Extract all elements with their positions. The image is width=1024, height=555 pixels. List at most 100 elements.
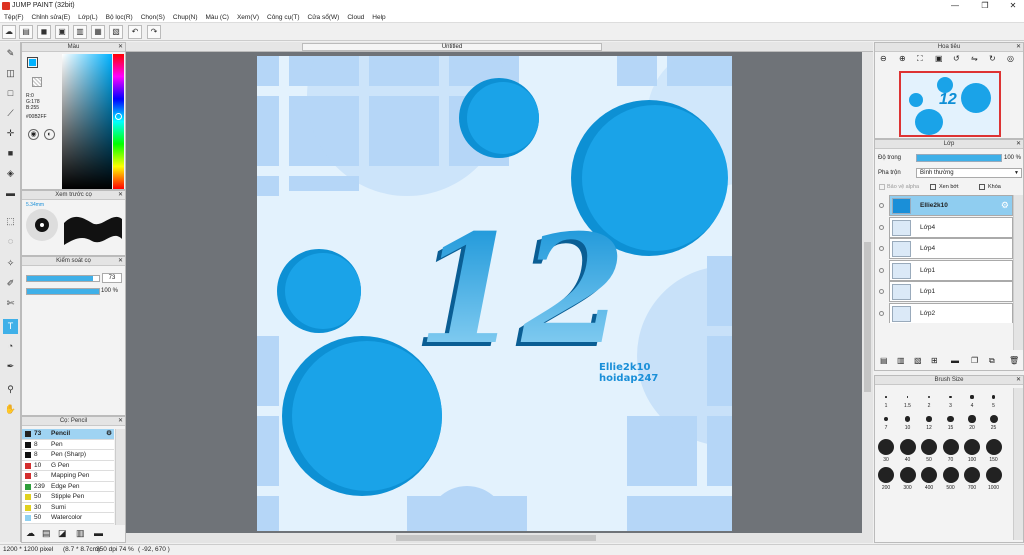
rect-tool-icon[interactable]: □ <box>3 86 18 101</box>
layer-item[interactable]: Lớp2 <box>889 302 1013 323</box>
menu-filter[interactable]: Bộ lọc(R) <box>102 12 137 23</box>
gear-icon[interactable]: ⚙ <box>1001 200 1009 211</box>
document-tab[interactable]: Untitled <box>302 43 602 51</box>
redo-icon[interactable]: ↷ <box>147 25 161 39</box>
layer-opacity-slider[interactable] <box>916 154 1002 162</box>
clipping-checkbox[interactable] <box>930 184 936 190</box>
layer-visibility-icon[interactable] <box>879 246 884 251</box>
pen-tool-icon[interactable]: ✒ <box>3 359 18 374</box>
close-icon[interactable]: ✕ <box>1016 43 1021 52</box>
brush-size-option[interactable] <box>926 416 932 422</box>
brush-size-option[interactable] <box>964 439 980 455</box>
brush-opacity-slider[interactable] <box>26 288 100 295</box>
magic-wand-icon[interactable]: ✧ <box>3 256 18 271</box>
brush-size-option[interactable] <box>878 467 894 483</box>
close-icon[interactable]: ✕ <box>118 191 123 200</box>
brush-size-option[interactable] <box>985 439 1002 455</box>
brush-size-option[interactable] <box>991 395 996 399</box>
brush-list-scrollbar[interactable] <box>115 429 125 525</box>
hand-tool-icon[interactable]: ✋ <box>3 402 18 417</box>
menu-view[interactable]: Xem(V) <box>233 12 263 23</box>
brush-size-option[interactable] <box>899 439 916 455</box>
new-vector-layer-icon[interactable]: ▧ <box>914 356 922 365</box>
brush-size-option[interactable] <box>942 467 959 483</box>
close-icon[interactable]: ✕ <box>118 417 123 426</box>
gear-icon[interactable]: ⚙ <box>106 429 112 440</box>
lasso-select-icon[interactable]: ◌ <box>3 234 18 249</box>
layer-item[interactable]: Ellie2k10 ⚙ <box>889 195 1013 216</box>
brush-list-item[interactable]: 50 Watercolor <box>22 513 114 524</box>
layer-visibility-icon[interactable] <box>879 203 884 208</box>
layer-item[interactable]: Lớp1 <box>889 259 1013 281</box>
menu-help[interactable]: Help <box>368 12 389 23</box>
artwork-canvas[interactable]: 12 12 Ellie2k10 hoidap247 <box>257 56 732 531</box>
brush-size-option[interactable] <box>970 395 974 399</box>
brush-size-option[interactable] <box>878 439 894 455</box>
notes-icon[interactable]: ▥ <box>73 25 87 39</box>
close-icon[interactable]: ✕ <box>1016 140 1021 149</box>
protect-alpha-checkbox[interactable] <box>879 184 885 190</box>
layer-list-scrollbar[interactable] <box>1013 195 1023 350</box>
brush-size-option[interactable] <box>899 467 916 483</box>
brush-size-scrollbar[interactable] <box>1013 388 1023 540</box>
new-layer-icon[interactable]: ▤ <box>880 356 888 365</box>
layer-item[interactable]: Lớp1 <box>889 281 1013 302</box>
layer-visibility-icon[interactable] <box>879 267 884 273</box>
brush-tool-icon[interactable]: ✎ <box>3 46 18 61</box>
brush-size-option[interactable] <box>904 416 911 422</box>
minimize-button[interactable]: — <box>940 0 970 12</box>
cloud-brush-icon[interactable]: ☁ <box>26 528 35 539</box>
menu-select[interactable]: Chọn(S) <box>137 12 169 23</box>
cloud-icon[interactable]: ☁ <box>2 25 16 39</box>
close-button[interactable]: ✕ <box>998 0 1024 12</box>
chat-icon[interactable]: ▣ <box>55 25 69 39</box>
menu-cloud[interactable]: Cloud <box>343 12 368 23</box>
brush-list-item[interactable]: 8 Pen <box>22 439 114 450</box>
rotate-right-icon[interactable]: ↻ <box>989 54 996 63</box>
brush-list-item[interactable]: 8 Mapping Pen <box>22 471 114 482</box>
brush-size-option[interactable] <box>949 395 952 399</box>
layer-visibility-icon[interactable] <box>879 289 884 294</box>
flip-icon[interactable]: ⇋ <box>971 54 978 63</box>
menu-file[interactable]: Tệp(F) <box>0 12 28 23</box>
rotate-left-icon[interactable]: ↺ <box>953 54 960 63</box>
navigator-thumbnail[interactable]: 12 <box>899 71 1001 137</box>
brush-size-option[interactable] <box>985 467 1002 483</box>
select-eraser-icon[interactable]: ✄ <box>3 296 18 311</box>
folder-icon[interactable]: ▬ <box>951 356 959 365</box>
lock-checkbox[interactable] <box>979 184 985 190</box>
grid-icon[interactable]: ▦ <box>91 25 105 39</box>
color-picker-icon[interactable]: ◐ <box>44 129 55 140</box>
layer-visibility-icon[interactable] <box>879 310 884 316</box>
brush-size-option[interactable] <box>968 415 976 423</box>
brush-size-option[interactable] <box>989 415 998 423</box>
brush-size-option[interactable] <box>964 467 980 483</box>
eyedropper-tool-icon[interactable]: ⚲ <box>3 382 18 397</box>
brush-list-item[interactable]: 73 Pencil ⚙ <box>22 429 114 440</box>
brush-size-option[interactable] <box>885 396 887 398</box>
layer-item[interactable]: Lớp4 <box>889 216 1013 238</box>
maximize-button[interactable]: ❐ <box>970 0 1000 12</box>
select-pen-icon[interactable]: ✐ <box>3 276 18 291</box>
new-raster-layer-icon[interactable]: ▥ <box>897 356 905 365</box>
text-tool-icon[interactable]: T <box>3 319 18 334</box>
comment-icon[interactable]: ◼ <box>37 25 51 39</box>
menu-layer[interactable]: Lớp(L) <box>74 12 101 23</box>
gradient-tool-icon[interactable]: ▬ <box>3 186 18 201</box>
brush-list-item[interactable]: 8 Pen (Sharp) <box>22 450 114 461</box>
brush-size-option[interactable] <box>927 395 931 399</box>
menu-capture[interactable]: Chup(N) <box>169 12 202 23</box>
brush-size-option[interactable] <box>921 439 937 455</box>
menu-color[interactable]: Màu (C) <box>201 12 232 23</box>
zoom-in-icon[interactable]: ⊕ <box>899 54 906 63</box>
brush-size-value[interactable]: 73 <box>102 273 122 283</box>
line-tool-icon[interactable]: ⟋ <box>3 106 18 121</box>
duplicate-layer-icon[interactable]: ❐ <box>971 356 978 365</box>
rect-select-icon[interactable]: ⬚ <box>3 214 18 229</box>
merge-layer-icon[interactable]: ⧉ <box>989 356 995 366</box>
close-icon[interactable]: ✕ <box>118 43 123 52</box>
fill-rect-tool-icon[interactable]: ■ <box>3 146 18 161</box>
close-icon[interactable]: ✕ <box>1016 376 1021 385</box>
actual-size-icon[interactable]: ▣ <box>935 54 943 63</box>
foreground-color-swatch[interactable] <box>27 57 38 68</box>
